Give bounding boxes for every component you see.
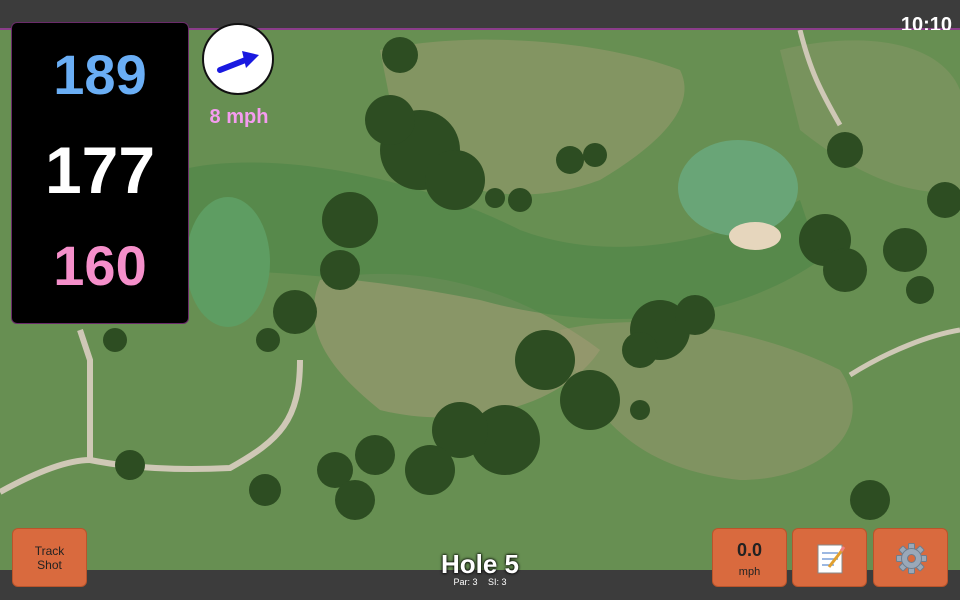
distance-middle: 177 bbox=[44, 133, 156, 207]
distance-back: 189 bbox=[53, 43, 147, 106]
hole-si: SI: 3 bbox=[488, 577, 507, 587]
wind-direction-dial bbox=[202, 23, 274, 95]
notes-button[interactable] bbox=[792, 528, 867, 587]
arrow-icon bbox=[217, 51, 259, 73]
hole-par: Par: 3 bbox=[453, 577, 478, 587]
speed-unit: mph bbox=[738, 566, 761, 578]
wind-speed: 8 mph bbox=[209, 106, 269, 128]
distance-front: 160 bbox=[53, 234, 147, 297]
speed-value: 0.0 bbox=[736, 540, 763, 560]
hole-title: Hole 5 bbox=[440, 549, 520, 579]
track-shot-button[interactable]: Track Shot bbox=[12, 528, 87, 587]
settings-button[interactable] bbox=[873, 528, 948, 587]
distance-panel: 189 177 160 bbox=[11, 22, 189, 324]
notepad-icon bbox=[817, 544, 846, 574]
track-shot-label: Track Shot bbox=[34, 543, 65, 572]
hole-info: Par: 3 SI: 3 bbox=[400, 577, 560, 587]
speed-button[interactable]: 0.0 mph bbox=[712, 528, 787, 587]
gear-icon bbox=[896, 543, 927, 574]
